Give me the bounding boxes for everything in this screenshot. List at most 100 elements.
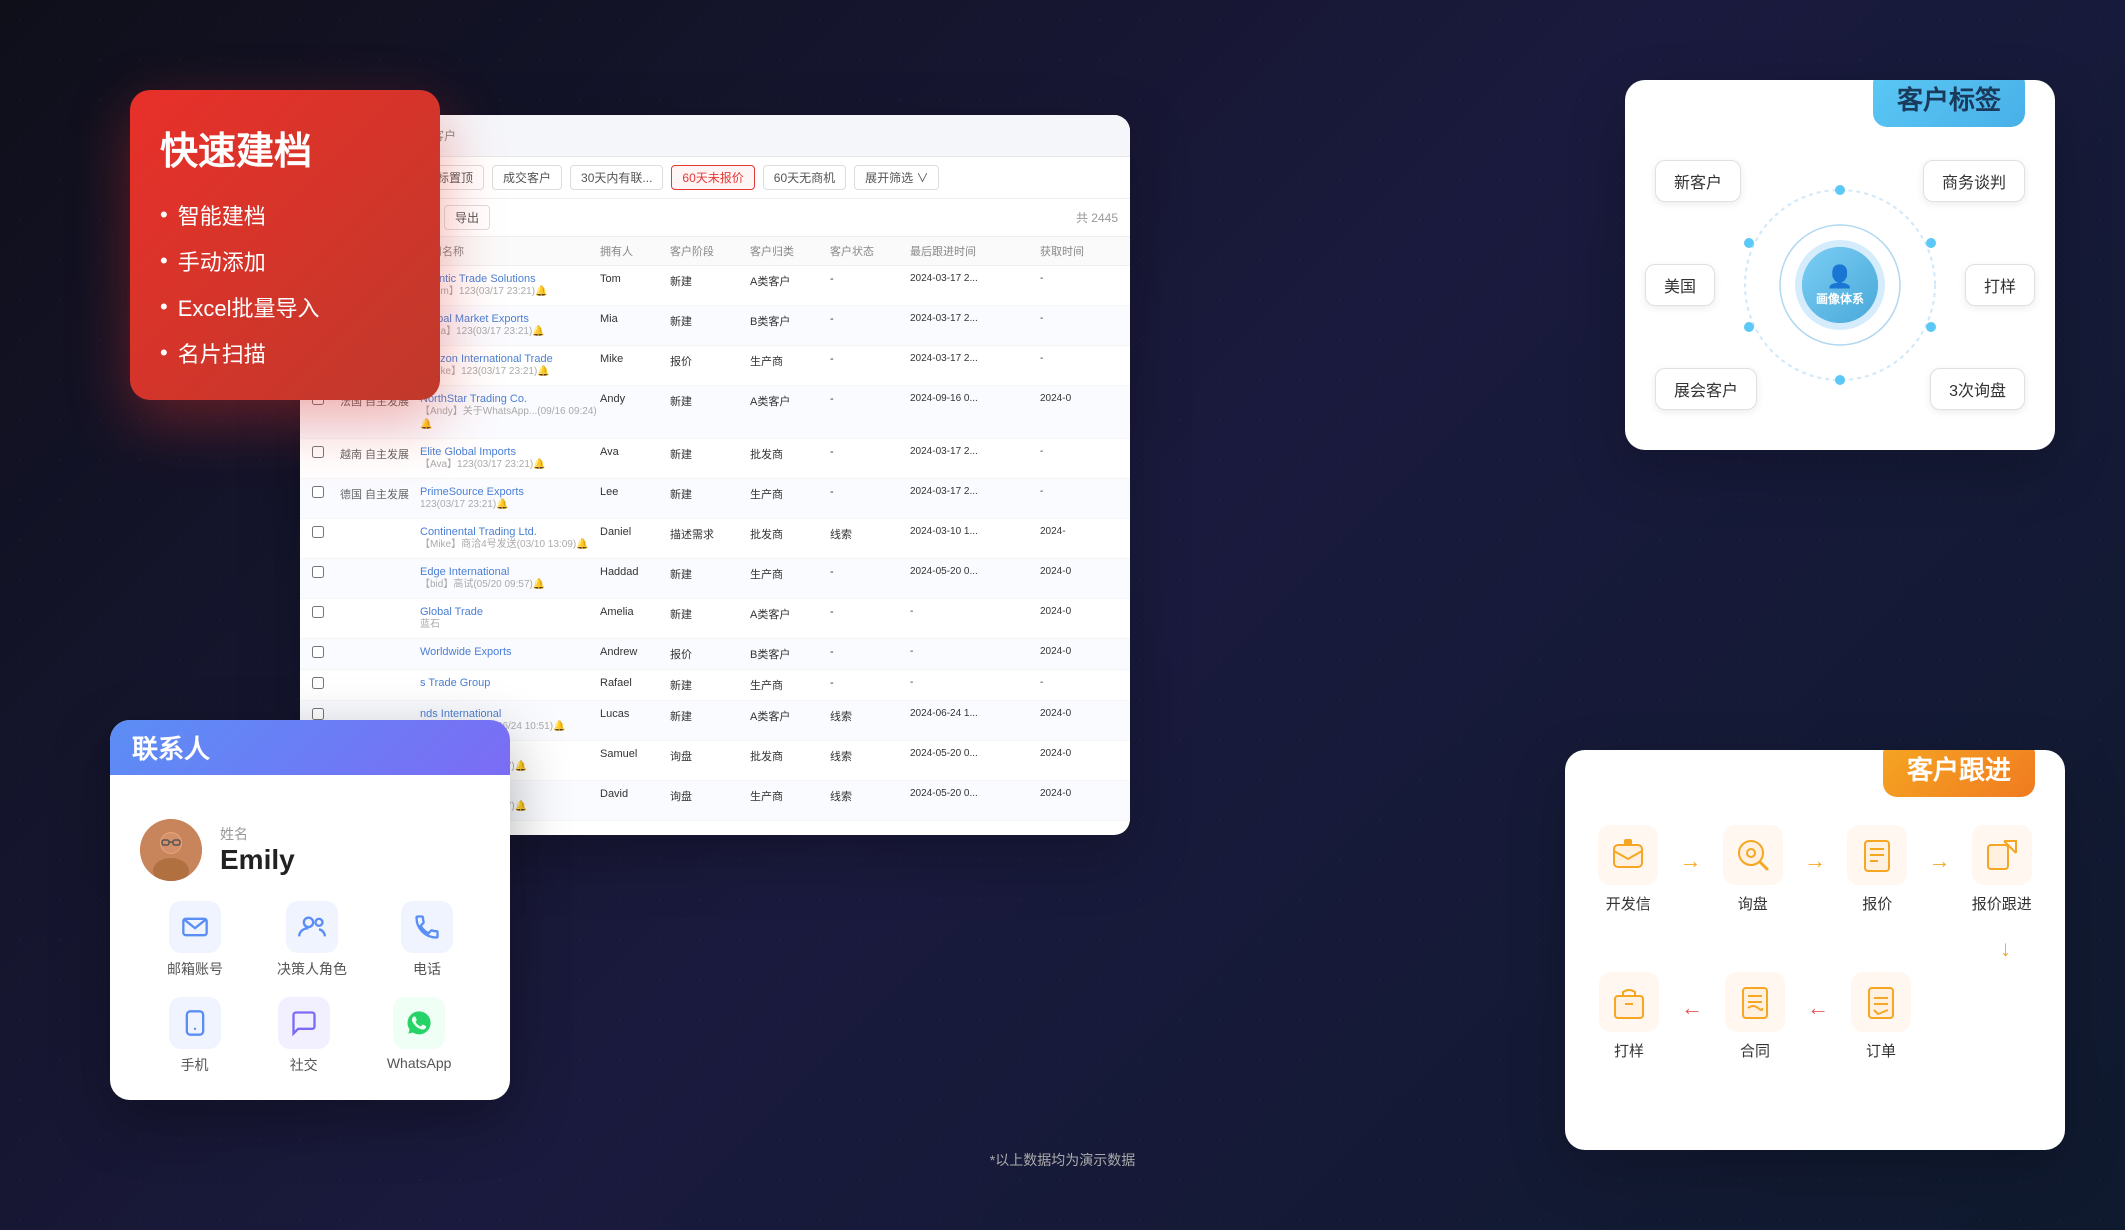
contact-icon-email[interactable]: 邮箱账号	[167, 901, 223, 979]
row-status: -	[830, 677, 910, 689]
filter-30day[interactable]: 30天内有联...	[570, 165, 663, 190]
whatsapp-label: WhatsApp	[387, 1055, 452, 1071]
row-get-time: 2024-0	[1040, 748, 1110, 759]
row-stage: 询盘	[670, 788, 750, 804]
row-last-follow: -	[910, 677, 1040, 688]
row-category: A类客户	[750, 606, 830, 622]
contact-icons-row2: 手机 社交 WhatsApp	[140, 997, 480, 1075]
row-category: 生产商	[750, 353, 830, 369]
row-company: s Trade Group	[420, 677, 600, 689]
row-status: -	[830, 486, 910, 498]
contact-title: 联系人	[132, 729, 210, 766]
row-last-follow: 2024-03-17 2...	[910, 446, 1040, 457]
row-get-time: -	[1040, 446, 1110, 457]
row-owner: Tom	[600, 273, 670, 285]
row-category: 批发商	[750, 748, 830, 764]
table-row[interactable]: s Trade Group Rafael 新建 生产商 - - -	[300, 670, 1130, 701]
followup-title: 客户跟进	[1907, 755, 2011, 785]
tag-new-customer[interactable]: 新客户	[1655, 160, 1741, 202]
row-stage: 新建	[670, 677, 750, 693]
contact-icon-whatsapp[interactable]: WhatsApp	[387, 997, 452, 1075]
filter-expand[interactable]: 展开筛选 ∨	[854, 165, 939, 190]
contact-name-block: 姓名 Emily	[220, 824, 295, 876]
row-get-time: 2024-0	[1040, 708, 1110, 719]
contact-name: Emily	[220, 844, 295, 876]
avatar	[140, 819, 202, 881]
tag-sample[interactable]: 打样	[1965, 264, 2035, 306]
row-get-time: 2024-	[1040, 526, 1110, 537]
row-status: -	[830, 393, 910, 405]
row-get-time: 2024-0	[1040, 646, 1110, 657]
row-company: Horizon International Trade 【Mike】123(03…	[420, 353, 600, 378]
row-owner: Amelia	[600, 606, 670, 618]
filter-60day-biz[interactable]: 60天无商机	[763, 165, 846, 190]
row-checkbox[interactable]	[312, 606, 324, 618]
quote-label: 报价	[1862, 893, 1892, 914]
followup-quote: 报价	[1838, 825, 1917, 914]
col-category: 客户归类	[750, 243, 830, 259]
table-row[interactable]: Worldwide Exports Andrew 报价 B类客户 - - 202…	[300, 639, 1130, 670]
row-company: Global Market Exports 【Mia】123(03/17 23:…	[420, 313, 600, 338]
social-label: 社交	[290, 1055, 318, 1075]
tag-inquiry3[interactable]: 3次询盘	[1930, 368, 2025, 410]
contact-icon-phone[interactable]: 电话	[401, 901, 453, 979]
action-export[interactable]: 导出	[444, 205, 490, 230]
row-checkbox[interactable]	[312, 677, 324, 689]
col-last-follow: 最后跟进时间	[910, 243, 1040, 259]
row-stage: 新建	[670, 566, 750, 582]
row-checkbox[interactable]	[312, 566, 324, 578]
mobile-label: 手机	[181, 1055, 209, 1075]
scene: 快速建档 智能建档 手动添加 Excel批量导入 名片扫描 联系人	[0, 0, 2125, 1230]
row-owner: Daniel	[600, 526, 670, 538]
followup-header: 客户跟进	[1883, 750, 2035, 797]
table-row[interactable]: Global Trade 蓝石 Amelia 新建 A类客户 - - 2024-…	[300, 599, 1130, 639]
row-checkbox[interactable]	[312, 526, 324, 538]
tag-usa[interactable]: 美国	[1645, 264, 1715, 306]
col-owner: 拥有人	[600, 243, 670, 259]
contact-profile: 姓名 Emily	[140, 819, 480, 881]
row-checkbox[interactable]	[312, 646, 324, 658]
tag-business-talk[interactable]: 商务谈判	[1923, 160, 2025, 202]
row-status: -	[830, 566, 910, 578]
contact-icon-role[interactable]: 决策人角色	[277, 901, 347, 979]
row-status: 线索	[830, 788, 910, 804]
list-item: 智能建档	[160, 199, 410, 231]
row-stage: 报价	[670, 646, 750, 662]
row-status: -	[830, 273, 910, 285]
email-label: 邮箱账号	[167, 959, 223, 979]
tag-exhibition[interactable]: 展会客户	[1655, 368, 1757, 410]
contact-icon-mobile[interactable]: 手机	[169, 997, 221, 1075]
sample-label: 打样	[1614, 1040, 1644, 1061]
row-last-follow: 2024-03-10 1...	[910, 526, 1040, 537]
filter-deal[interactable]: 成交客户	[492, 165, 562, 190]
row-last-follow: 2024-05-20 0...	[910, 748, 1040, 759]
row-category: 生产商	[750, 566, 830, 582]
row-category: A类客户	[750, 273, 830, 289]
row-last-follow: 2024-05-20 0...	[910, 566, 1040, 577]
table-row[interactable]: Edge International 【bid】高试(05/20 09:57)🔔…	[300, 559, 1130, 599]
row-get-time: -	[1040, 353, 1110, 364]
row-owner: David	[600, 788, 670, 800]
table-row[interactable]: 德国 自主发展 PrimeSource Exports 123(03/17 23…	[300, 479, 1130, 519]
row-last-follow: 2024-06-24 1...	[910, 708, 1040, 719]
row-stage: 新建	[670, 606, 750, 622]
table-row[interactable]: Continental Trading Ltd. 【Mike】商洽4号发送(03…	[300, 519, 1130, 559]
row-owner: Lee	[600, 486, 670, 498]
filter-60day-quote[interactable]: 60天未报价	[671, 165, 754, 190]
row-checkbox[interactable]	[312, 708, 324, 720]
row-checkbox[interactable]	[312, 486, 324, 498]
row-get-time: -	[1040, 313, 1110, 324]
row-owner: Mia	[600, 313, 670, 325]
row-stage: 新建	[670, 486, 750, 502]
row-get-time: -	[1040, 677, 1110, 688]
row-category: A类客户	[750, 708, 830, 724]
contact-icon-social[interactable]: 社交	[278, 997, 330, 1075]
row-status: -	[830, 353, 910, 365]
name-label: 姓名	[220, 824, 295, 844]
table-row[interactable]: 越南 自主发展 Elite Global Imports 【Ava】123(03…	[300, 439, 1130, 479]
row-get-time: -	[1040, 486, 1110, 497]
row-checkbox[interactable]	[312, 446, 324, 458]
role-label: 决策人角色	[277, 959, 347, 979]
center-label: 画像体系	[1816, 290, 1864, 307]
arrow-2: →	[1804, 848, 1826, 874]
